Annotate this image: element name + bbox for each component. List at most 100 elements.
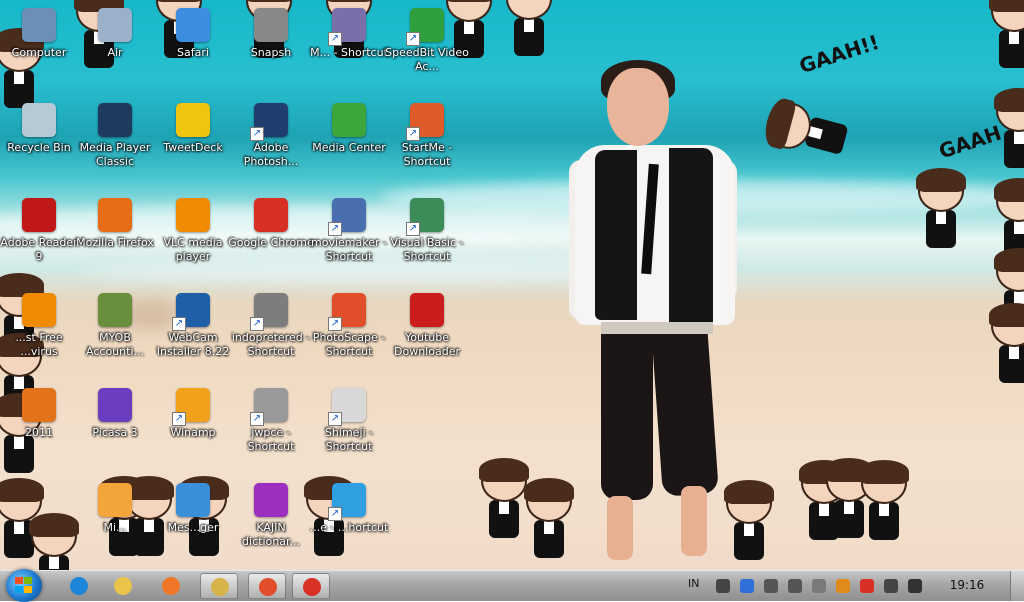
clock[interactable]: 19:16	[942, 578, 992, 592]
taskbar-button-internet-explorer[interactable]	[60, 573, 98, 599]
desktop-icon-label: moviemaker - Shortcut	[311, 236, 387, 263]
speaker-tray-icon[interactable]	[884, 579, 898, 593]
desktop-icon[interactable]: ↗ Visual Basic - Shortcut	[388, 198, 466, 264]
messenger-tray-icon[interactable]	[812, 579, 826, 593]
shortcut-arrow-icon: ↗	[328, 507, 342, 521]
desktop-icon-label: 2011	[25, 426, 53, 439]
action-center-flag-icon[interactable]	[908, 579, 922, 593]
desktop-icon-label: ...st Free ...virus	[15, 331, 63, 358]
desktop-icon[interactable]: MYOB Accounti...	[76, 293, 154, 359]
language-indicator[interactable]: IN	[688, 577, 699, 590]
webcam-icon: ↗	[172, 293, 210, 331]
desktop-icon[interactable]: Mi...	[76, 483, 154, 535]
start-button[interactable]	[6, 569, 42, 602]
wallpaper-man	[565, 60, 745, 570]
speech-text: GAAH!!	[796, 29, 883, 79]
desktop-icon-label: StartMe - Shortcut	[401, 141, 453, 168]
visual-basic-icon: ↗	[406, 198, 444, 236]
photoscape-icon	[259, 578, 277, 596]
desktop-icon[interactable]: Recycle Bin	[0, 103, 78, 155]
desktop-icon-label: TweetDeck	[163, 141, 223, 154]
desktop-icon-label: indopretered - Shortcut	[231, 331, 311, 358]
desktop-icon[interactable]: KAJIN dictionar...	[232, 483, 310, 549]
vlc-icon	[176, 198, 210, 232]
desktop-icon-label: Safari	[177, 46, 209, 59]
app-icon	[98, 483, 132, 517]
desktop-icon[interactable]: Google Chrome	[228, 198, 314, 250]
app-icon: ↗	[328, 8, 366, 46]
desktop-icon[interactable]: ↗ WebCam Installer 8.22	[154, 293, 232, 359]
media-center-icon	[332, 103, 366, 137]
desktop-icon-label: PhotoScape - Shortcut	[312, 331, 386, 358]
avast-tray-icon[interactable]	[836, 579, 850, 593]
moviemaker-icon: ↗	[328, 198, 366, 236]
desktop-icon[interactable]: ↗ SpeedBit Video Ac...	[385, 8, 469, 74]
air-icon	[98, 8, 132, 42]
firefox-icon	[98, 198, 132, 232]
shimeji-character[interactable]	[500, 0, 558, 60]
desktop-icon-label: M... - Shortcut	[310, 46, 388, 59]
desktop-icon[interactable]: Picasa 3	[76, 388, 154, 440]
desktop-icon[interactable]: Media Center	[310, 103, 388, 155]
desktop-icon-label: Visual Basic - Shortcut	[390, 236, 464, 263]
expand-tray-icon[interactable]	[716, 579, 730, 593]
shortcut-arrow-icon: ↗	[406, 127, 420, 141]
shimeji-character[interactable]	[990, 88, 1024, 172]
volume-icon[interactable]	[764, 579, 778, 593]
desktop-icon-label: MYOB Accounti...	[86, 331, 144, 358]
shimeji-character[interactable]	[520, 478, 578, 562]
speedbit-icon: ↗	[406, 8, 444, 46]
taskbar-button-explorer-folder[interactable]	[104, 573, 142, 599]
shimeji-character[interactable]	[720, 480, 778, 564]
desktop-icon[interactable]: ↗ moviemaker - Shortcut	[310, 198, 388, 264]
desktop-icon[interactable]: Safari	[154, 8, 232, 60]
chrome-tray-icon[interactable]	[860, 579, 874, 593]
desktop-icon-label: Mozilla Firefox	[76, 236, 154, 249]
network-icon[interactable]	[788, 579, 802, 593]
desktop-icon-label: VLC media player	[163, 236, 223, 263]
shortcut-arrow-icon: ↗	[172, 317, 186, 331]
desktop-icon[interactable]: ↗ PhotoScape - Shortcut	[310, 293, 388, 359]
taskbar-button-media-player[interactable]	[152, 573, 190, 599]
desktop-icon[interactable]: Adobe Reader 9	[0, 198, 78, 264]
desktop-icon[interactable]: ↗ Shimeji - Shortcut	[310, 388, 388, 454]
shimeji-character[interactable]	[985, 0, 1024, 72]
desktop-icon[interactable]: ↗ M... - Shortcut	[310, 8, 388, 60]
desktop-icon-label: Adobe Reader 9	[0, 236, 78, 263]
shortcut-arrow-icon: ↗	[406, 32, 420, 46]
desktop-icon[interactable]: Mozilla Firefox	[76, 198, 154, 250]
desktop-icon[interactable]: Air	[76, 8, 154, 60]
network-globe-icon[interactable]	[740, 579, 754, 593]
office-2011-icon	[22, 388, 56, 422]
desktop-icon[interactable]: ↗ indopretered - Shortcut	[232, 293, 310, 359]
desktop-icon[interactable]: ↗ ...e - ...hortcut	[310, 483, 388, 535]
windows-explorer-icon	[211, 578, 229, 596]
taskbar-button-photoscape[interactable]	[248, 573, 286, 599]
desktop-icon[interactable]: ...st Free ...virus	[0, 293, 78, 359]
taskbar-button-chrome[interactable]	[292, 573, 330, 599]
shimeji-character[interactable]	[855, 460, 913, 544]
desktop-icon[interactable]: Snapsh	[232, 8, 310, 60]
avast-icon	[22, 293, 56, 327]
desktop-icon-label: ...e - ...hortcut	[309, 521, 389, 534]
desktop-icon-label: Adobe Photosh...	[243, 141, 299, 168]
chrome-icon	[303, 578, 321, 596]
shimeji-character[interactable]	[985, 303, 1024, 387]
desktop-icon[interactable]: ↗ Winamp	[154, 388, 232, 440]
desktop-icon[interactable]: Youtube Downloader	[388, 293, 466, 359]
taskbar-button-windows-explorer[interactable]	[200, 573, 238, 599]
desktop-icon[interactable]: TweetDeck	[154, 103, 232, 155]
shimeji-character[interactable]	[912, 168, 970, 252]
desktop-icon[interactable]: Mes...ger	[154, 483, 232, 535]
shortcut-arrow-icon: ↗	[250, 317, 264, 331]
desktop-icon[interactable]: ↗ jwpce - Shortcut	[232, 388, 310, 454]
desktop-icon[interactable]: VLC media player	[154, 198, 232, 264]
desktop-icon[interactable]: ↗ StartMe - Shortcut	[388, 103, 466, 169]
desktop-icon[interactable]: ↗ Adobe Photosh...	[232, 103, 310, 169]
show-desktop-button[interactable]	[1010, 571, 1024, 601]
computer-icon	[22, 8, 56, 42]
desktop-icon[interactable]: 2011	[0, 388, 78, 440]
shimeji-icon: ↗	[328, 388, 366, 426]
desktop-icon[interactable]: Computer	[0, 8, 78, 60]
desktop-icon[interactable]: Media Player Classic	[76, 103, 154, 169]
